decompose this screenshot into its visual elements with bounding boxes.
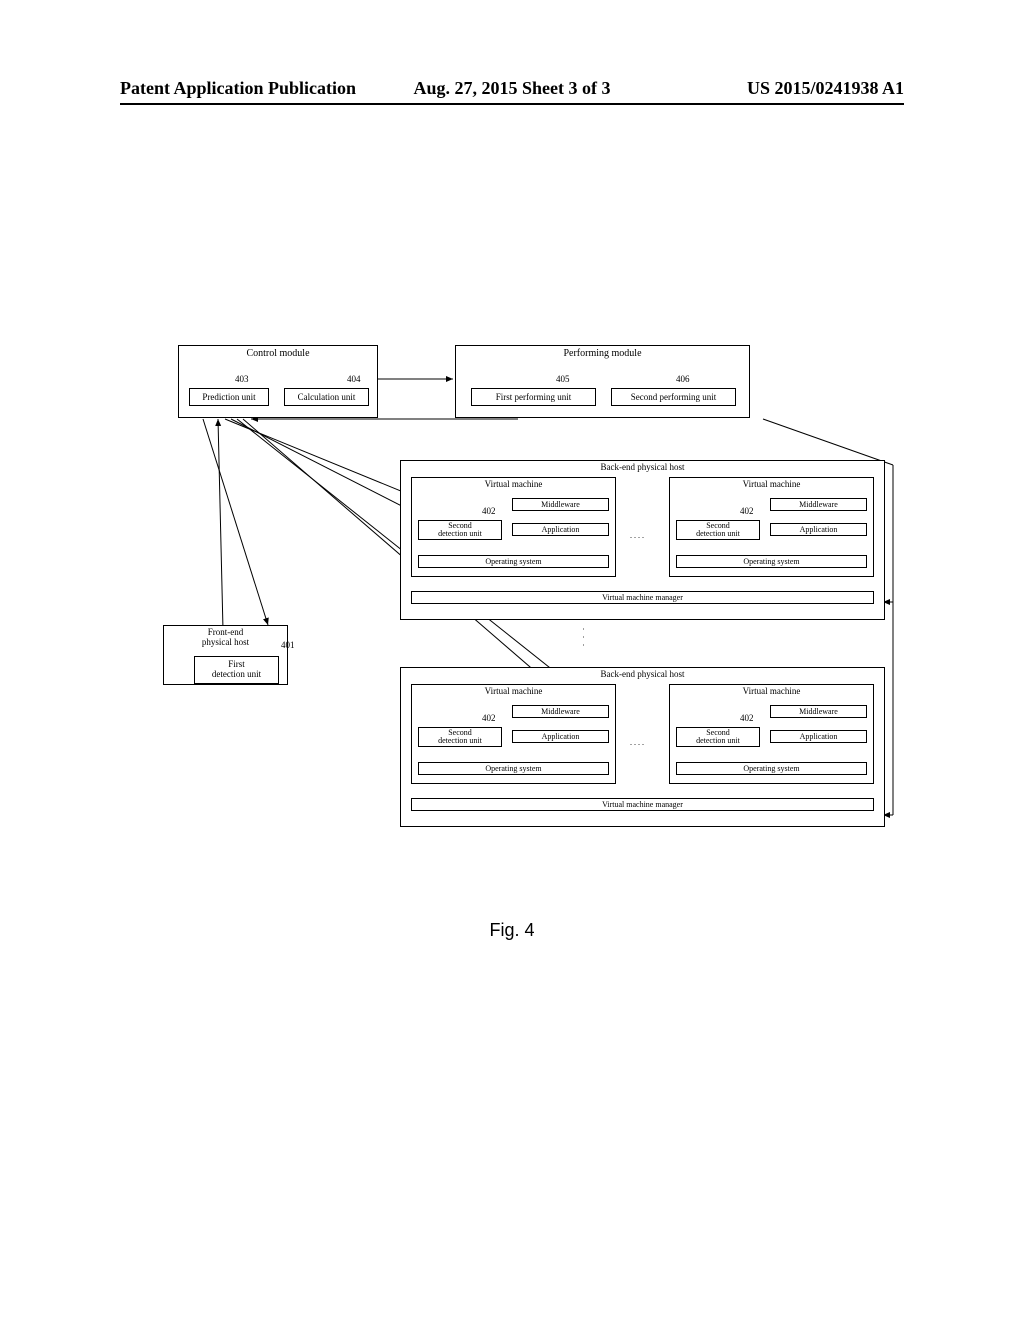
ref-404: 404	[347, 374, 361, 384]
vm-1-2: Virtual machine Second detection unit Mi…	[669, 477, 874, 577]
control-module: Control module Prediction unit Calculati…	[178, 345, 378, 418]
vm-title-2-1: Virtual machine	[412, 685, 615, 697]
performing-module: Performing module First performing unit …	[455, 345, 750, 418]
dots-2: . . . .	[630, 738, 644, 747]
os-2-1: Operating system	[418, 762, 609, 775]
backend-host-1: Back-end physical host Virtual machine S…	[400, 460, 885, 620]
first-performing-unit: First performing unit	[471, 388, 596, 406]
second-detection-2-1: Second detection unit	[418, 727, 502, 747]
ref-405: 405	[556, 374, 570, 384]
os-1-2: Operating system	[676, 555, 867, 568]
backend-host-2: Back-end physical host Virtual machine S…	[400, 667, 885, 827]
ref-402-1-1: 402	[482, 506, 496, 516]
os-2-2: Operating system	[676, 762, 867, 775]
header-sheet: Aug. 27, 2015 Sheet 3 of 3	[381, 78, 642, 99]
ref-402-1-2: 402	[740, 506, 754, 516]
vmm-1: Virtual machine manager	[411, 591, 874, 604]
vmm-2: Virtual machine manager	[411, 798, 874, 811]
figure-diagram: Control module Prediction unit Calculati…	[163, 335, 895, 840]
ref-402-2-2: 402	[740, 713, 754, 723]
dots-1: . . . .	[630, 531, 644, 540]
middleware-1-2: Middleware	[770, 498, 867, 511]
control-module-title: Control module	[179, 346, 377, 361]
performing-module-title: Performing module	[456, 346, 749, 361]
second-detection-1-2: Second detection unit	[676, 520, 760, 540]
application-2-1: Application	[512, 730, 609, 743]
middleware-2-1: Middleware	[512, 705, 609, 718]
first-detection-unit: First detection unit	[194, 656, 279, 684]
ref-403: 403	[235, 374, 249, 384]
second-detection-2-2: Second detection unit	[676, 727, 760, 747]
ref-402-2-1: 402	[482, 713, 496, 723]
calculation-unit: Calculation unit	[284, 388, 369, 406]
backend-title-1: Back-end physical host	[401, 461, 884, 473]
backend-title-2: Back-end physical host	[401, 668, 884, 680]
header-patent-id: US 2015/0241938 A1	[643, 78, 904, 99]
vertical-dots: . . .	[581, 628, 590, 648]
vm-title-2-2: Virtual machine	[670, 685, 873, 697]
application-1-1: Application	[512, 523, 609, 536]
os-1-1: Operating system	[418, 555, 609, 568]
vm-1-1: Virtual machine Second detection unit Mi…	[411, 477, 616, 577]
vm-title-1-2: Virtual machine	[670, 478, 873, 490]
second-performing-unit: Second performing unit	[611, 388, 736, 406]
prediction-unit: Prediction unit	[189, 388, 269, 406]
middleware-2-2: Middleware	[770, 705, 867, 718]
application-1-2: Application	[770, 523, 867, 536]
header-publication: Patent Application Publication	[120, 78, 381, 99]
middleware-1-1: Middleware	[512, 498, 609, 511]
frontend-host: Front-end physical host First detection …	[163, 625, 288, 685]
figure-caption: Fig. 4	[0, 920, 1024, 941]
vm-2-1: Virtual machine Second detection unit Mi…	[411, 684, 616, 784]
second-detection-1-1: Second detection unit	[418, 520, 502, 540]
frontend-title: Front-end physical host	[164, 626, 287, 650]
vm-title-1-1: Virtual machine	[412, 478, 615, 490]
vm-2-2: Virtual machine Second detection unit Mi…	[669, 684, 874, 784]
ref-406: 406	[676, 374, 690, 384]
application-2-2: Application	[770, 730, 867, 743]
ref-401: 401	[281, 640, 295, 650]
